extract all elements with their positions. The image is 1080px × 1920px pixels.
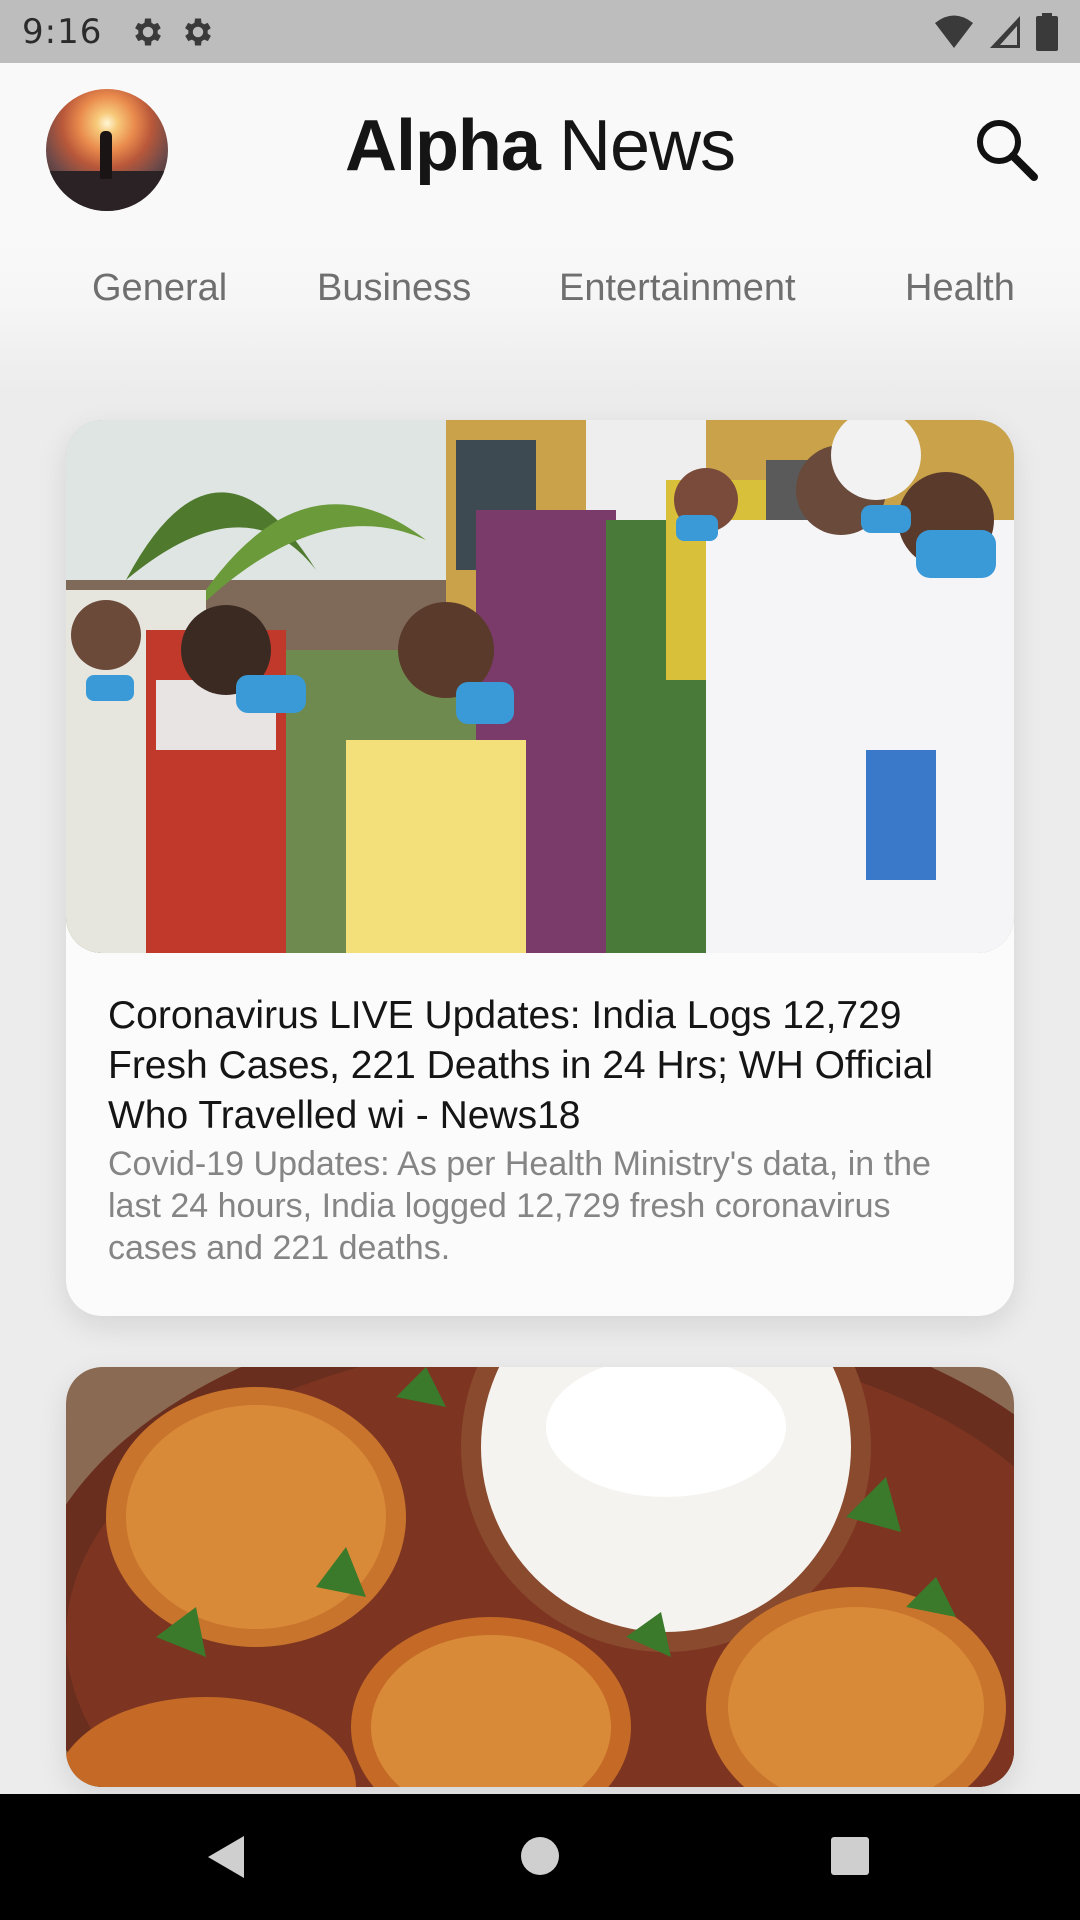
tab-business[interactable]: Business [317, 267, 471, 310]
home-icon[interactable] [520, 1836, 560, 1876]
app-title-regular: News [558, 106, 736, 186]
news-card[interactable]: Coronavirus LIVE Updates: India Logs 12,… [66, 420, 1014, 1316]
status-time: 9:16 [22, 11, 103, 52]
category-tabs: General Business Entertainment Health [0, 241, 1080, 391]
tab-general[interactable]: General [92, 267, 227, 310]
tab-entertainment[interactable]: Entertainment [559, 267, 796, 310]
article-image [66, 1367, 1014, 1787]
gear-icon [185, 18, 212, 45]
tab-health[interactable]: Health [905, 267, 1015, 310]
app-header: Alpha News [0, 63, 1080, 241]
screen: 9:16 Alpha News General Business Enterta… [0, 0, 1080, 1920]
article-image-illustration [66, 1367, 1014, 1787]
article-headline[interactable]: Coronavirus LIVE Updates: India Logs 12,… [108, 991, 972, 1141]
news-card[interactable] [66, 1367, 1014, 1787]
article-summary: Covid-19 Updates: As per Health Ministry… [108, 1145, 931, 1267]
article-image [66, 420, 1014, 953]
app-title: Alpha News [0, 105, 1080, 187]
battery-icon [1036, 12, 1058, 51]
back-icon[interactable] [206, 1834, 246, 1880]
wifi-icon [935, 15, 973, 48]
signal-icon [990, 15, 1020, 48]
search-icon[interactable] [972, 115, 1040, 183]
app-title-bold: Alpha [344, 106, 541, 186]
article-text: Coronavirus LIVE Updates: India Logs 12,… [66, 953, 1014, 1269]
gear-icon [135, 18, 162, 45]
article-image-illustration [66, 420, 1014, 953]
status-icons [934, 12, 1058, 51]
navigation-bar [0, 1794, 1080, 1920]
status-bar: 9:16 [0, 0, 1080, 63]
recents-icon[interactable] [830, 1836, 870, 1876]
